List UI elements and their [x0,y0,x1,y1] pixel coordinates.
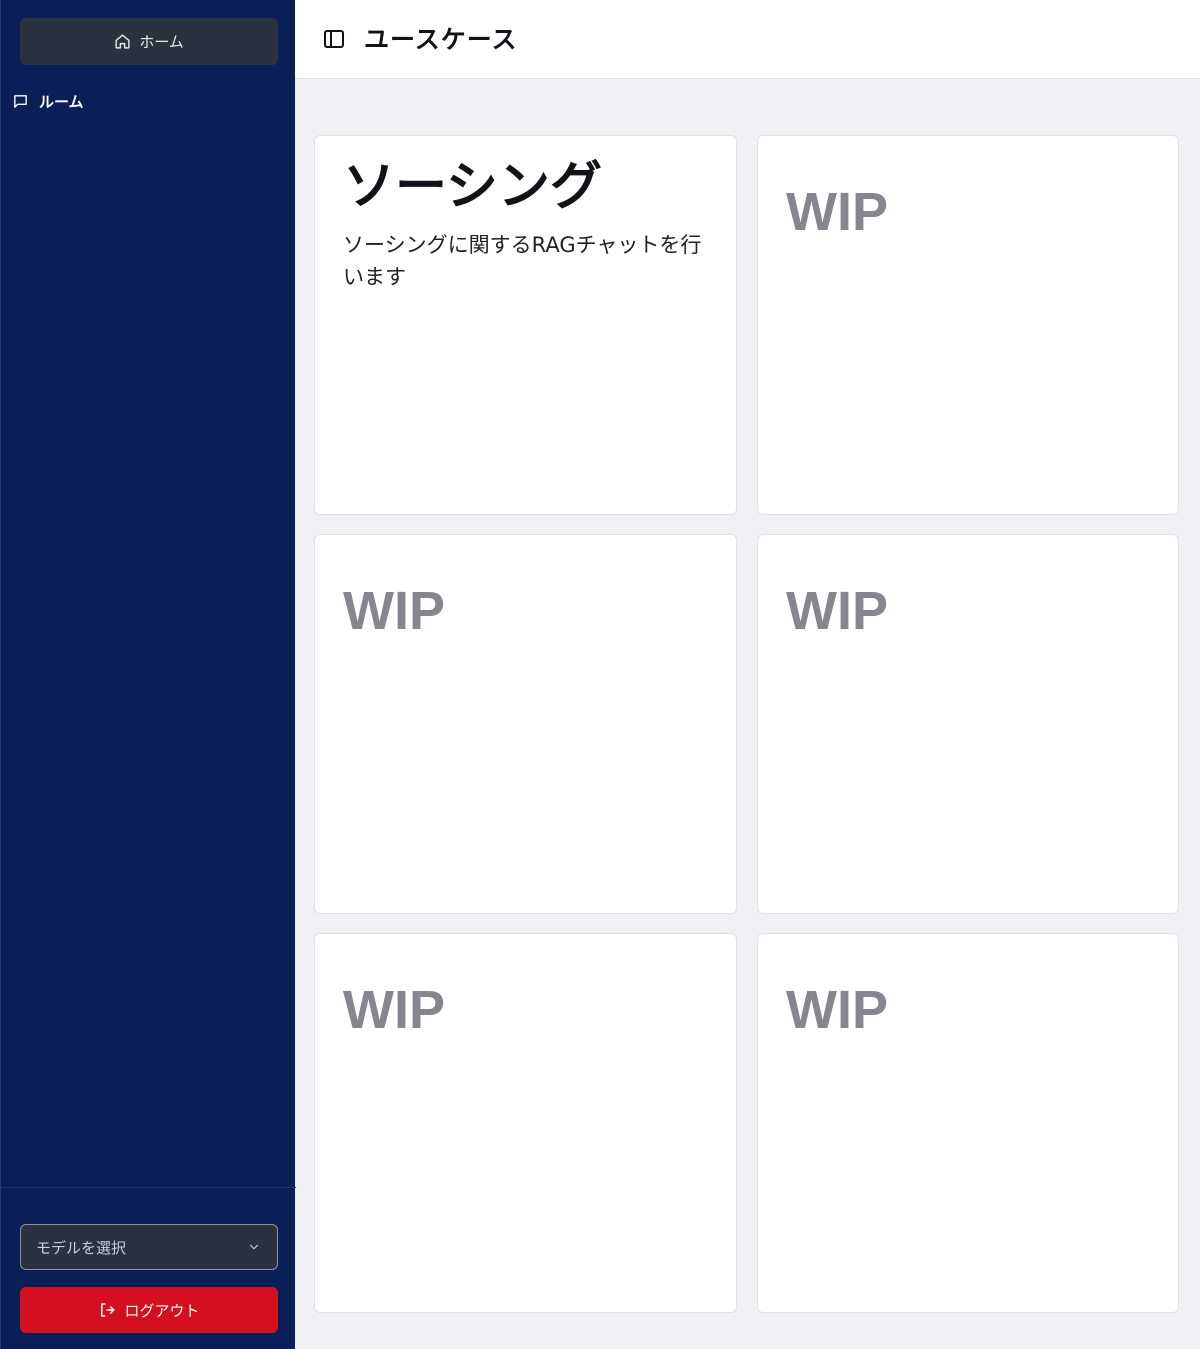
usecase-card-wip[interactable]: WIP [314,933,737,1313]
chat-bubble-icon [14,95,27,108]
card-description: ソーシングに関するRAGチャットを行います [343,233,702,289]
home-button[interactable]: ホーム [20,18,278,65]
page-header: ユースケース [295,0,1200,79]
sidebar-item-label: ルーム [39,93,84,111]
card-title: WIP [786,581,888,641]
sidebar-toggle-icon[interactable] [322,27,346,51]
card-title: WIP [786,980,888,1040]
card-title: WIP [786,182,888,242]
usecase-card-wip[interactable]: WIP [757,534,1179,914]
logout-button[interactable]: ログアウト [20,1287,278,1333]
home-button-label: ホーム [139,33,184,51]
model-select-placeholder: モデルを選択 [36,1238,127,1257]
sidebar: ホーム ルーム モデルを選択 ログアウト [0,0,296,1349]
sidebar-item-room[interactable]: ルーム [12,91,84,112]
model-select[interactable]: モデルを選択 [20,1224,278,1270]
usecase-card-wip[interactable]: WIP [757,933,1179,1313]
logout-icon [101,1303,115,1317]
usecase-card-sourcing[interactable]: ソーシング ソーシングに関するRAGチャットを行います [314,135,737,515]
home-icon [115,34,130,49]
usecase-card-wip[interactable]: WIP [757,135,1179,515]
sidebar-divider [1,1187,296,1188]
chevron-down-icon [249,1244,259,1250]
card-title: WIP [343,980,445,1040]
card-title: WIP [343,581,445,641]
usecase-card-wip[interactable]: WIP [314,534,737,914]
logout-button-label: ログアウト [124,1301,200,1320]
usecase-grid: ソーシング ソーシングに関するRAGチャットを行います WIP WIP WIP … [314,135,1180,1313]
page-title: ユースケース [364,25,518,54]
card-title: ソーシング [343,157,602,217]
